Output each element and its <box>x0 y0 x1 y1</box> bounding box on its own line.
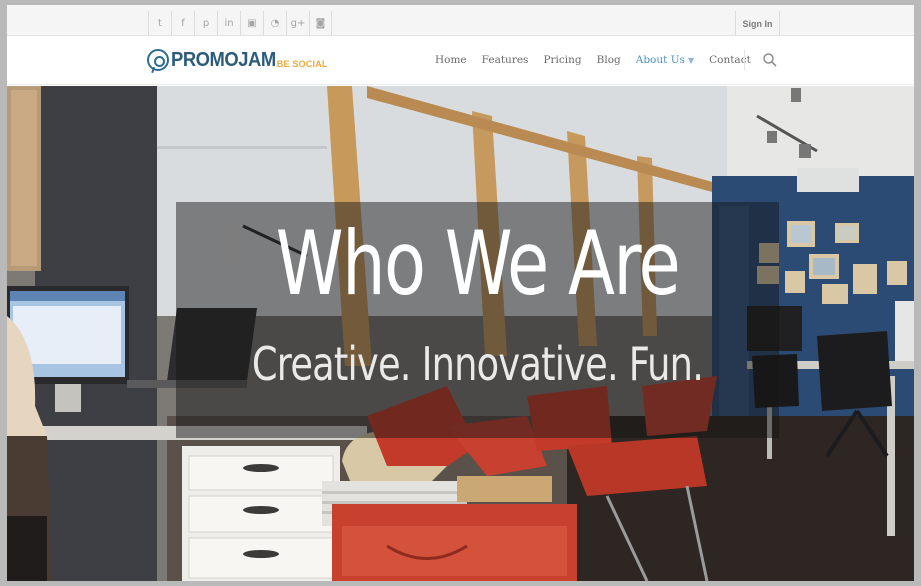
nav-item-features[interactable]: Features <box>482 54 529 66</box>
logo-icon <box>147 49 169 71</box>
nav-item-home[interactable]: Home <box>435 54 467 66</box>
search-icon[interactable] <box>762 52 778 68</box>
pinterest-icon[interactable]: p <box>194 11 217 36</box>
nav-divider <box>744 50 745 70</box>
twitter-icon[interactable]: t <box>148 11 171 36</box>
nav-item-pricing[interactable]: Pricing <box>543 54 581 66</box>
hero-title: Who We Are <box>275 212 681 315</box>
hero-tagline: Creative. Innovative. Fun. <box>251 337 704 391</box>
sign-in-link[interactable]: Sign In <box>735 11 780 36</box>
site-logo[interactable]: PROMOJAM BE SOCIAL <box>147 48 328 72</box>
chevron-down-icon: ▼ <box>687 56 695 65</box>
instagram-icon[interactable]: ◙ <box>309 11 332 36</box>
hero-banner: Who We Are Creative. Innovative. Fun. <box>7 86 914 581</box>
youtube-icon[interactable]: ▣ <box>240 11 263 36</box>
facebook-icon[interactable]: f <box>171 11 194 36</box>
site-header: PROMOJAM BE SOCIAL Home Features Pricing… <box>7 36 914 85</box>
nav-item-about-us-label: About Us <box>635 54 685 66</box>
rss-icon[interactable]: ◔ <box>263 11 286 36</box>
google-plus-icon[interactable]: g+ <box>286 11 309 36</box>
logo-tagline: BE SOCIAL <box>276 58 328 69</box>
browser-frame: t f p in ▣ ◔ g+ ◙ Sign In PROMOJAM BE SO… <box>7 5 914 581</box>
nav-item-blog[interactable]: Blog <box>597 54 621 66</box>
main-nav: Home Features Pricing Blog About Us ▼ Con… <box>435 54 766 66</box>
linkedin-icon[interactable]: in <box>217 11 240 36</box>
social-topbar: t f p in ▣ ◔ g+ ◙ Sign In <box>7 5 914 36</box>
logo-text: PROMOJAM <box>171 48 276 71</box>
social-links: t f p in ▣ ◔ g+ ◙ <box>148 11 332 36</box>
nav-item-about-us[interactable]: About Us ▼ <box>636 54 694 66</box>
